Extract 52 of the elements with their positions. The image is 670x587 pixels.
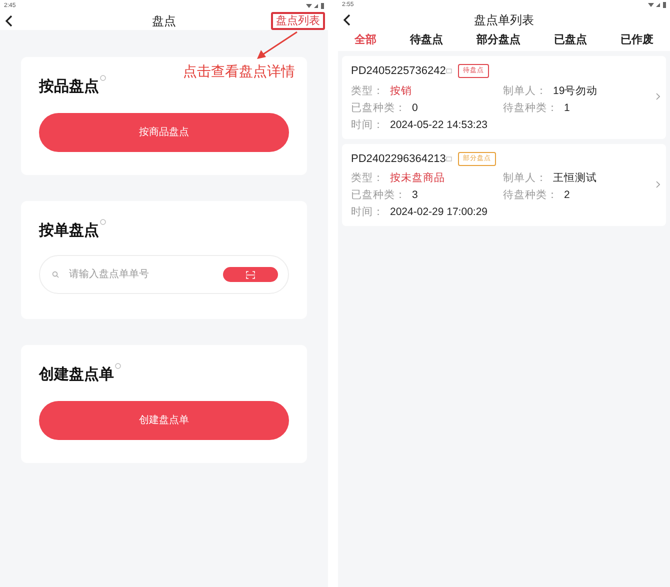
info-icon bbox=[115, 363, 121, 369]
scan-button[interactable] bbox=[223, 267, 278, 282]
primary-button[interactable]: 创建盘点单 bbox=[39, 401, 289, 440]
filter-tab[interactable]: 已盘点 bbox=[552, 32, 589, 49]
field-label: 已盘种类： bbox=[351, 189, 406, 201]
filter-tab[interactable]: 部分盘点 bbox=[474, 32, 522, 49]
field-value: 王恒测试 bbox=[553, 172, 597, 184]
search-input[interactable]: 请输入盘点单单号 bbox=[67, 266, 223, 283]
chevron-icon bbox=[656, 93, 660, 100]
order-number: PD2405225736242 bbox=[351, 64, 446, 79]
list-link[interactable]: 盘点列表 bbox=[271, 12, 325, 30]
field-value: 1 bbox=[564, 102, 570, 114]
chevron-icon bbox=[656, 180, 660, 188]
status-icons bbox=[648, 2, 666, 8]
field-label: 时间： bbox=[351, 206, 384, 218]
field-label: 类型： bbox=[351, 172, 384, 184]
page-title: 盘点 bbox=[152, 13, 176, 30]
field-value: 按销 bbox=[390, 84, 412, 96]
field-value: 2024-05-22 14:53:23 bbox=[390, 118, 488, 130]
page-title: 盘点单列表 bbox=[474, 12, 534, 29]
search-icon bbox=[52, 271, 59, 278]
filter-tab[interactable]: 已作废 bbox=[618, 32, 656, 49]
field-label: 待盘种类： bbox=[503, 189, 558, 201]
back-icon[interactable] bbox=[5, 15, 13, 27]
copy-icon bbox=[446, 156, 452, 162]
field-label: 待盘种类： bbox=[503, 102, 558, 114]
field-label: 时间： bbox=[351, 118, 384, 130]
field-label: 已盘种类： bbox=[351, 102, 406, 114]
info-icon bbox=[100, 75, 106, 81]
field-value: 2 bbox=[564, 189, 570, 201]
order-number: PD2402296364213 bbox=[351, 152, 446, 166]
scan-icon bbox=[246, 270, 255, 278]
field-value: 19号勿动 bbox=[553, 84, 598, 96]
field-label: 制单人： bbox=[503, 172, 547, 184]
filter-tab[interactable]: 待盘点 bbox=[408, 32, 446, 49]
filter-tab[interactable]: 全部 bbox=[352, 32, 379, 49]
search-field[interactable]: 请输入盘点单单号 bbox=[39, 255, 289, 294]
section-title: 按品盘点 bbox=[39, 77, 99, 97]
field-value: 2024-02-29 17:00:29 bbox=[390, 206, 488, 218]
field-label: 制单人： bbox=[503, 84, 547, 96]
field-label: 类型： bbox=[351, 84, 384, 96]
copy-icon bbox=[446, 68, 452, 74]
section-title: 创建盘点单 bbox=[39, 365, 114, 385]
status-icons bbox=[306, 3, 324, 9]
annotation-text: 点击查看盘点详情 bbox=[183, 62, 295, 81]
primary-button[interactable]: 按商品盘点 bbox=[39, 113, 289, 152]
section-title: 按单盘点 bbox=[39, 221, 99, 241]
field-value: 按未盘商品 bbox=[390, 172, 445, 184]
field-value: 3 bbox=[412, 189, 418, 201]
back-icon[interactable] bbox=[343, 14, 351, 26]
field-value: 0 bbox=[412, 102, 418, 114]
info-icon bbox=[100, 219, 106, 225]
